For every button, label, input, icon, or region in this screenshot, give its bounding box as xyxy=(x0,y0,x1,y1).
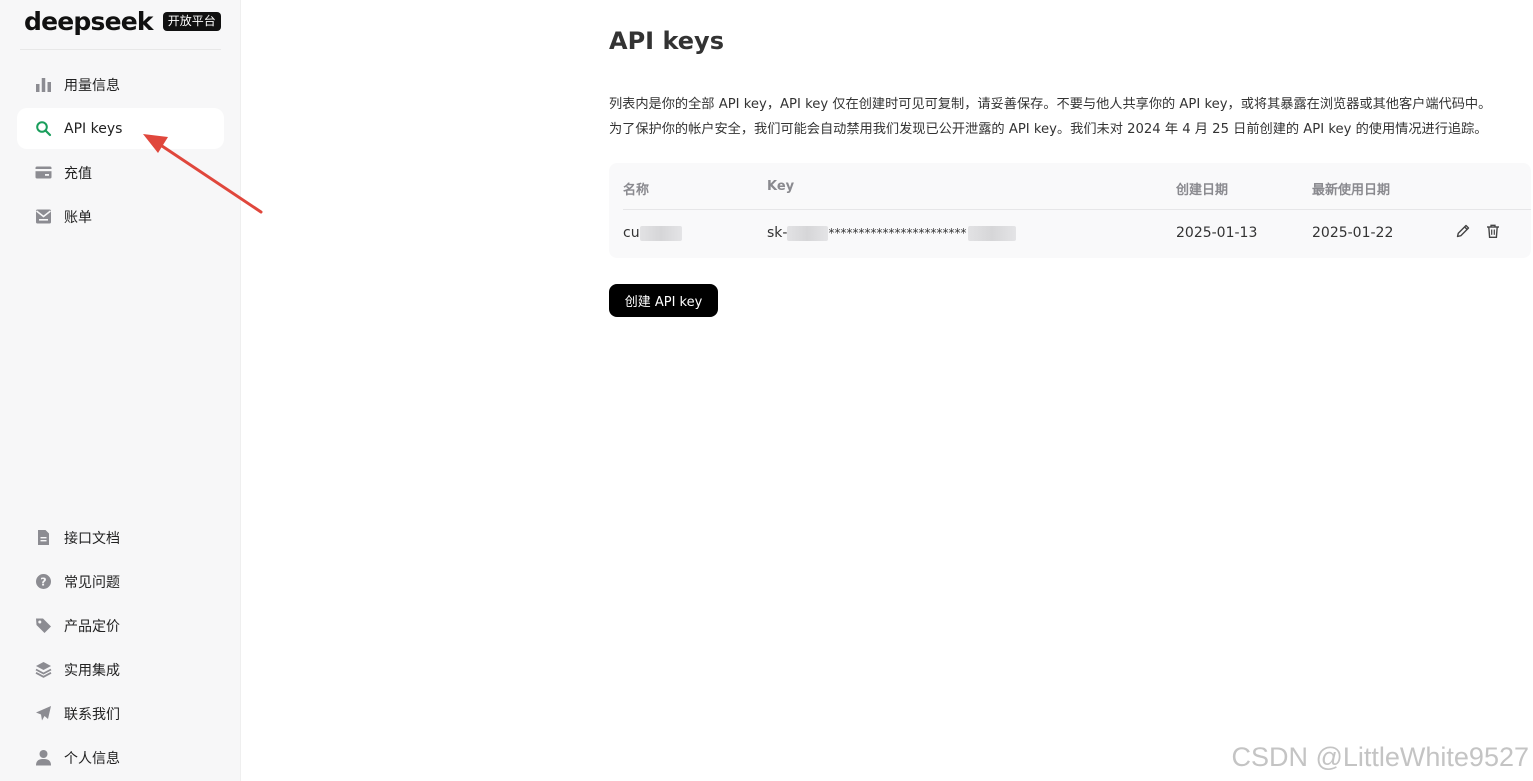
sidebar-item-label: 常见问题 xyxy=(64,574,120,591)
key-name-cell: cu xyxy=(623,225,682,241)
sidebar-item-bills[interactable]: 账单 xyxy=(17,196,224,237)
redacted-blur xyxy=(639,225,682,241)
sidebar-divider xyxy=(20,49,221,50)
last-used-date-cell: 2025-01-22 xyxy=(1312,225,1394,241)
page-description: 列表内是你的全部 API key，API key 仅在创建时可见可复制，请妥善保… xyxy=(609,92,1531,142)
key-value-cell: sk- *********************** xyxy=(767,225,1017,241)
svg-text:?: ? xyxy=(40,576,46,589)
column-header-name: 名称 xyxy=(623,183,650,198)
redacted-blur xyxy=(968,225,1017,241)
sidebar: deepseek 开放平台 用量信息 API keys 充值 账单 接口文档 ?… xyxy=(0,0,241,781)
column-header-last-used: 最新使用日期 xyxy=(1312,183,1391,198)
sidebar-item-recharge[interactable]: 充值 xyxy=(17,152,224,193)
sidebar-item-label: 充值 xyxy=(64,165,92,182)
key-name-prefix: cu xyxy=(623,225,640,241)
api-keys-table: 名称 Key 创建日期 最新使用日期 cu sk- ***************… xyxy=(609,163,1531,258)
sidebar-item-usage[interactable]: 用量信息 xyxy=(17,64,224,105)
search-key-icon xyxy=(35,120,52,137)
page-title: API keys xyxy=(609,27,724,55)
document-icon xyxy=(35,529,52,546)
column-header-key: Key xyxy=(767,179,795,194)
create-api-key-button[interactable]: 创建 API key xyxy=(609,284,718,317)
paper-plane-icon xyxy=(35,705,52,722)
description-line: 为了保护你的帐户安全，我们可能会自动禁用我们发现已公开泄露的 API key。我… xyxy=(609,122,1488,137)
sidebar-item-label: 联系我们 xyxy=(64,706,120,723)
redacted-blur xyxy=(787,225,829,241)
edit-pencil-icon[interactable] xyxy=(1455,223,1471,239)
watermark: CSDN @LittleWhite9527 xyxy=(1231,742,1529,772)
sidebar-item-label: API keys xyxy=(64,120,123,137)
table-divider xyxy=(623,209,1531,210)
wallet-icon xyxy=(35,164,52,181)
key-prefix: sk- xyxy=(767,225,788,241)
sidebar-item-label: 接口文档 xyxy=(64,530,120,547)
sidebar-item-label: 用量信息 xyxy=(64,77,120,94)
sidebar-item-profile[interactable]: 个人信息 xyxy=(17,737,224,778)
created-date-cell: 2025-01-13 xyxy=(1176,225,1258,241)
sidebar-item-label: 产品定价 xyxy=(64,618,120,635)
sidebar-item-api-keys[interactable]: API keys xyxy=(17,108,224,149)
sidebar-item-integrations[interactable]: 实用集成 xyxy=(17,649,224,690)
app-window: deepseek 开放平台 用量信息 API keys 充值 账单 接口文档 ?… xyxy=(0,0,1533,781)
sidebar-item-faq[interactable]: ? 常见问题 xyxy=(17,561,224,602)
layers-icon xyxy=(35,661,52,678)
user-icon xyxy=(35,749,52,766)
sidebar-item-label: 实用集成 xyxy=(64,662,120,679)
key-mask-suffix: **** xyxy=(942,226,967,240)
delete-trash-icon[interactable] xyxy=(1485,223,1501,239)
key-mask: ******************* xyxy=(828,226,943,240)
bar-chart-icon xyxy=(35,76,52,93)
column-header-created: 创建日期 xyxy=(1176,183,1229,198)
sidebar-item-pricing[interactable]: 产品定价 xyxy=(17,605,224,646)
sidebar-item-docs[interactable]: 接口文档 xyxy=(17,517,224,558)
platform-badge: 开放平台 xyxy=(162,11,221,31)
bill-icon xyxy=(35,208,52,225)
question-icon: ? xyxy=(35,573,52,590)
sidebar-item-label: 账单 xyxy=(64,209,92,226)
sidebar-item-contact[interactable]: 联系我们 xyxy=(17,693,224,734)
description-line: 列表内是你的全部 API key，API key 仅在创建时可见可复制，请妥善保… xyxy=(609,97,1492,112)
brand[interactable]: deepseek 开放平台 xyxy=(24,6,221,36)
sidebar-item-label: 个人信息 xyxy=(64,750,120,767)
price-tag-icon xyxy=(35,617,52,634)
deepseek-logo[interactable]: deepseek xyxy=(24,7,154,36)
